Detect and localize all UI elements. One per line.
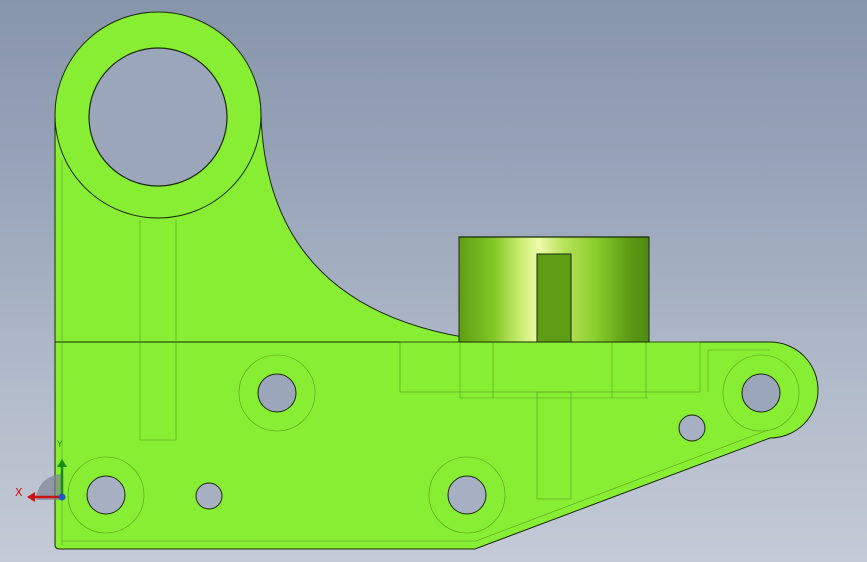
small-hole-1[interactable] — [195, 482, 223, 510]
axis-triad — [27, 459, 67, 502]
x-axis-label: X — [15, 486, 23, 499]
cad-viewport[interactable]: Y X — [0, 0, 867, 562]
y-axis-label: Y — [57, 440, 63, 450]
small-hole-2[interactable] — [678, 414, 706, 442]
mount-hole-1[interactable] — [257, 373, 297, 413]
mount-hole-4[interactable] — [741, 373, 781, 413]
boss-slot[interactable] — [536, 253, 572, 343]
mount-hole-2[interactable] — [86, 475, 126, 515]
large-bore-hole[interactable] — [88, 47, 228, 187]
part-model-view[interactable] — [0, 0, 867, 562]
mount-hole-3[interactable] — [447, 475, 487, 515]
